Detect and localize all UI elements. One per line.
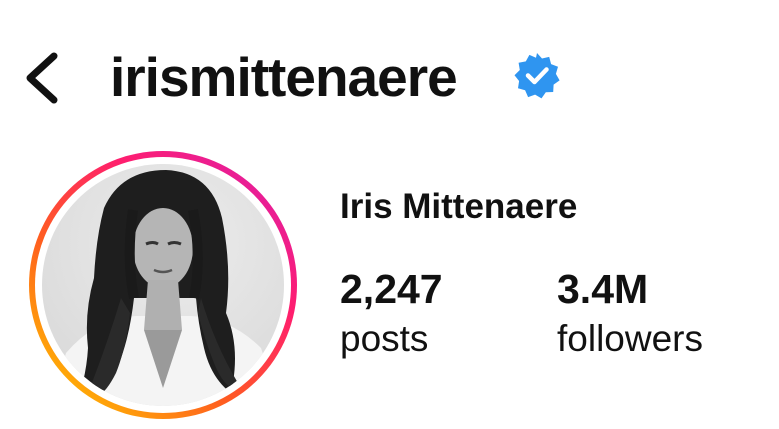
avatar-image bbox=[29, 151, 297, 419]
posts-count: 2,247 bbox=[340, 266, 443, 312]
followers-count: 3.4M bbox=[557, 266, 649, 312]
posts-label: posts bbox=[340, 318, 429, 359]
verified-badge-icon bbox=[514, 53, 560, 99]
profile-header: irismittenaere bbox=[0, 0, 779, 140]
chevron-left-icon bbox=[26, 52, 58, 104]
username-title: irismittenaere bbox=[110, 46, 458, 108]
followers-label: followers bbox=[557, 318, 703, 359]
followers-stat[interactable]: 3.4M followers bbox=[557, 262, 703, 362]
profile-display-name: Iris Mittenaere bbox=[340, 187, 578, 226]
posts-stat[interactable]: 2,247 posts bbox=[340, 262, 443, 362]
profile-avatar[interactable] bbox=[26, 148, 300, 422]
back-button[interactable] bbox=[18, 46, 68, 110]
